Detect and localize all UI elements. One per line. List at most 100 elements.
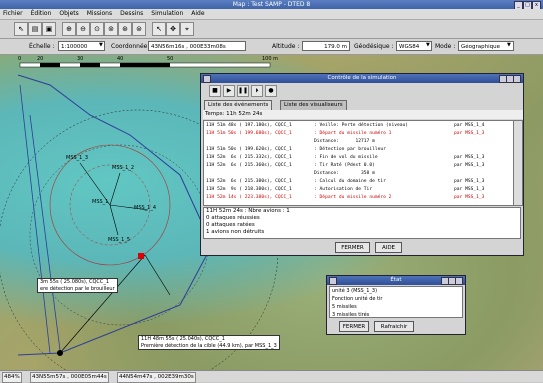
scale-tick: 30 <box>77 56 84 62</box>
refresh-button[interactable]: Rafraichir <box>374 321 414 332</box>
event-log[interactable]: 11H 51m 48s ( 197.180s), CQCC_1: Veille:… <box>203 120 515 206</box>
status-bar: 484% 43N55m57s , 000E05m44s 44N54m47s , … <box>0 370 543 383</box>
menu-objets[interactable]: Objets <box>59 9 78 19</box>
link-line <box>109 204 119 236</box>
save-tool-icon[interactable]: ▣ <box>42 22 56 36</box>
log-source: par MSS_1_3 <box>454 155 485 160</box>
log-row: 11H 52m 6s ( 215.332s), CQCC_1: Fin de v… <box>206 155 484 160</box>
scale-select[interactable]: 1:100000 <box>58 41 105 51</box>
scale-tick: 0 <box>18 56 22 62</box>
simulation-control-title-text: Contrôle de la simulation <box>327 75 397 81</box>
menu-missions[interactable]: Missions <box>87 9 112 19</box>
zoom-prev-icon[interactable]: ⊜ <box>132 22 146 36</box>
geodesic-label: Géodésique : <box>354 43 394 50</box>
measure-icon[interactable]: ⌖ <box>180 22 194 36</box>
zoom-area-icon[interactable]: ⊙ <box>90 22 104 36</box>
log-row: 11H 51m 50s ( 199.620s), CQCC_1: Détecti… <box>206 147 454 152</box>
stop-icon[interactable]: ■ <box>209 85 221 97</box>
etat-line: 5 missiles <box>332 304 357 310</box>
summary-line: 1 avions non détruits <box>206 229 265 235</box>
aircraft-marker <box>57 350 63 356</box>
zoom-reset-icon[interactable]: ⊛ <box>118 22 132 36</box>
log-time: 11H 52m 6s ( 215.332s), CQCC_1 <box>206 155 292 160</box>
menu-edition[interactable]: Édition <box>31 9 52 19</box>
scale-tick: 50 <box>167 56 174 62</box>
log-time: 11H 52m 6s ( 215.380s), CQCC_1 <box>206 179 292 184</box>
menu-dessins[interactable]: Dessins <box>120 9 143 19</box>
unit-label[interactable]: MSS_1_3 <box>66 155 88 161</box>
mode-select[interactable]: Géographique <box>458 41 514 51</box>
scale-tick: 40 <box>117 56 124 62</box>
event-log-scrollbar[interactable] <box>513 120 523 206</box>
pause-icon[interactable]: ❚❚ <box>237 85 249 97</box>
log-time: 11H 52m 14s ( 223.380s), CQCC_1 <box>206 195 292 200</box>
simulation-control-window: Contrôle de la simulation ■ ▶ ❚❚ ⏵ ● Lis… <box>200 73 524 256</box>
mode-label: Mode : <box>435 43 456 50</box>
log-time: 11H 52m 6s ( 215.360s), CQCC_1 <box>206 163 292 168</box>
log-row: 11H 52m 6s ( 215.360s), CQCC_1: Tir Raté… <box>206 163 484 168</box>
layers-tool-icon[interactable]: ▤ <box>28 22 42 36</box>
etat-title-text: État <box>390 277 402 283</box>
window-title-bar: Map : Test SAMP - DTED 8 _ □ x <box>0 0 543 10</box>
zoom-in-icon[interactable]: ⊕ <box>62 22 76 36</box>
log-row: 11H 51m 48s ( 197.180s), CQCC_1: Veille:… <box>206 123 484 128</box>
chevron-down-icon[interactable]: ▼ <box>99 42 103 48</box>
scale-bar-seg <box>80 63 100 67</box>
log-row: Distance: 358 m <box>206 171 454 176</box>
close-icon[interactable] <box>455 277 463 285</box>
unit-label[interactable]: MSS_1 <box>92 199 108 205</box>
route-line <box>17 74 213 356</box>
zoom-out-icon[interactable]: ⊖ <box>76 22 90 36</box>
etat-window: État unité 3 (MSS_1_3) Fonction unité de… <box>326 275 466 335</box>
pointer-icon[interactable]: ↖ <box>152 22 166 36</box>
select-tool-icon[interactable]: ⇖ <box>14 22 28 36</box>
etat-close-button[interactable]: FERMER <box>339 321 369 332</box>
zoom-level: 484% <box>2 372 22 383</box>
close-button[interactable]: FERMER <box>335 242 370 253</box>
close-icon[interactable] <box>513 75 521 83</box>
help-button[interactable]: AIDE <box>375 242 402 253</box>
log-message: : Départ du missile numéro 1 <box>314 131 392 136</box>
summary-line: 11H 52m 24s : Nbre avions : 1 <box>206 208 290 214</box>
log-message: : Autorisation de Tir <box>314 187 373 192</box>
coord-label: Coordonnée : <box>111 43 152 50</box>
menu-icon[interactable] <box>203 75 211 83</box>
unit-label[interactable]: MSS_1_4 <box>134 205 156 211</box>
scale-end-label: 100 m <box>262 56 279 62</box>
menu-icon[interactable] <box>329 277 337 285</box>
log-source: par MSS_1_4 <box>454 123 485 128</box>
coord-field[interactable]: 43N56m16s , 000E33m08s <box>148 41 246 51</box>
log-time: 11H 51m 48s ( 197.180s), CQCC_1 <box>206 123 292 128</box>
log-source: par MSS_1_3 <box>454 187 485 192</box>
unit-label[interactable]: MSS_1_5 <box>108 237 130 243</box>
link-line <box>109 172 121 206</box>
status-coord-1: 43N55m57s , 000E05m44s <box>30 372 109 383</box>
menu-simulation[interactable]: Simulation <box>151 9 183 19</box>
unit-label[interactable]: MSS_1_2 <box>112 165 134 171</box>
log-message: Distance: 12717 m <box>314 139 375 144</box>
log-message: : Détection par brouilleur <box>314 147 386 152</box>
route-line <box>19 84 51 354</box>
log-source: par MSS_1_3 <box>454 131 485 136</box>
chevron-down-icon[interactable]: ▼ <box>426 42 430 48</box>
target-marker <box>138 253 144 259</box>
zoom-fit-icon[interactable]: ⊚ <box>104 22 118 36</box>
play-icon[interactable]: ▶ <box>223 85 235 97</box>
menu-aide[interactable]: Aide <box>191 9 204 19</box>
log-time: 11H 51m 50s ( 199.680s), CQCC_1 <box>206 131 292 136</box>
summary-line: 0 attaques réussies <box>206 215 260 221</box>
log-source: par MSS_1_3 <box>454 163 485 168</box>
step-icon[interactable]: ⏵ <box>251 85 263 97</box>
summary-line: 0 attaques ratées <box>206 222 255 228</box>
window-title: Map : Test SAMP - DTED 8 <box>232 1 311 8</box>
chevron-down-icon[interactable]: ▼ <box>507 42 511 48</box>
log-message: : Calcul du domaine de tir <box>314 179 386 184</box>
range-circle <box>29 144 211 326</box>
log-row: 11H 52m 9s ( 218.380s), CQCC_1: Autorisa… <box>206 187 484 192</box>
menu-fichier[interactable]: Fichier <box>3 9 23 19</box>
altitude-field[interactable]: 179.0 m <box>302 41 350 51</box>
menu-bar: Fichier Édition Objets Missions Dessins … <box>0 9 543 20</box>
etat-line: 3 missiles tirés <box>332 312 370 318</box>
pan-icon[interactable]: ✥ <box>166 22 180 36</box>
record-icon[interactable]: ● <box>265 85 277 97</box>
